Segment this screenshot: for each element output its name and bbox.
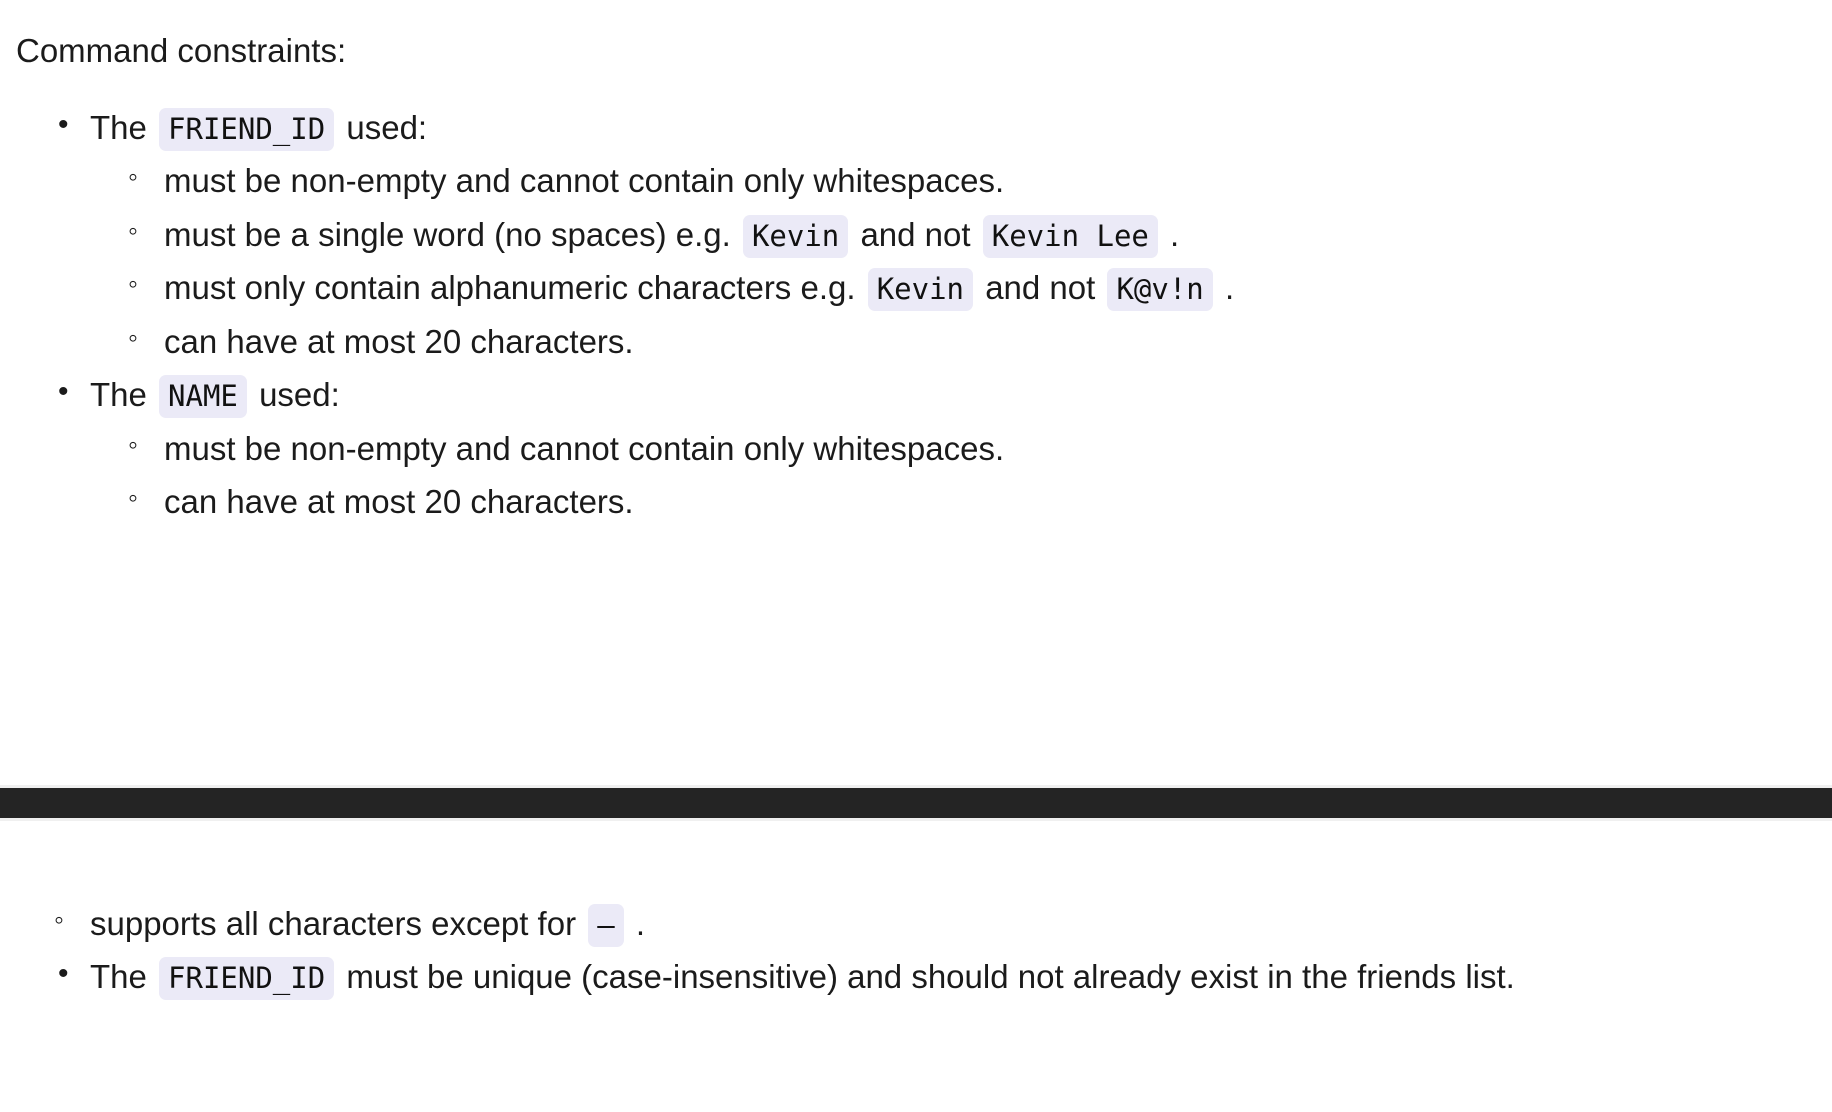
friend-id-sublist: must be non-empty and cannot contain onl… [90,154,1816,368]
friend-id-line: The FRIEND_ID used: [90,101,1816,154]
sub-item-nonempty: must be non-empty and cannot contain onl… [90,154,1816,207]
sub-item-supports-text-b: . [635,905,646,942]
used-label-2: used: [259,376,340,414]
intro-paragraph: Command constraints: [16,32,347,69]
constraints-list: The FRIEND_ID used: must be non-empty an… [16,101,1816,529]
sub-item-alphanumeric-text-c: . [1224,269,1235,307]
bottom-top-spacer [16,821,1816,897]
friend-id-unique-text: must be unique (case-insensitive) and sh… [346,958,1515,996]
sub-item-name-nonempty: must be non-empty and cannot contain onl… [90,422,1816,475]
sub-item-alphanumeric-text-a: must only contain alphanumeric character… [164,269,856,307]
sub-item-supports-all-characters: supports all characters except for – . [16,897,1816,950]
bottom-constraints-list: The FRIEND_ID must be unique (case-insen… [16,950,1816,1003]
sub-item-nonempty-text: must be non-empty and cannot contain onl… [164,162,1005,200]
bottom-sublist: supports all characters except for – . [16,897,1816,950]
code-kavin: K@v!n [1107,268,1213,312]
document-page: Command constraints: The FRIEND_ID used:… [0,0,1832,1112]
list-item-name: The NAME used: must be non-empty and can… [16,368,1816,528]
sub-item-max-20-friend-id: can have at most 20 characters. [90,315,1816,368]
friend-id-unique-line: The FRIEND_ID must be unique (case-insen… [90,950,1816,1003]
sub-item-single-word-text-c: . [1170,215,1180,253]
code-kevin-lee: Kevin Lee [982,214,1158,258]
intro-spacer [16,71,1816,101]
name-sublist: must be non-empty and cannot contain onl… [90,422,1816,529]
sub-item-supports-text-a: supports all characters except for [90,905,577,942]
sub-item-single-word-text-b: and not [860,215,971,253]
the-label-1: The [90,108,147,146]
code-name: NAME [159,375,247,419]
code-kevin-1: Kevin [742,214,849,258]
sub-item-alphanumeric: must only contain alphanumeric character… [90,261,1816,314]
bottom-content-pane: supports all characters except for – . T… [0,821,1832,1112]
code-friend-id-1: FRIEND_ID [159,107,335,151]
list-item-friend-id-unique: The FRIEND_ID must be unique (case-insen… [16,950,1816,1003]
code-friend-id-2: FRIEND_ID [159,957,335,1001]
used-label-1: used: [346,108,428,146]
sub-item-single-word: must be a single word (no spaces) e.g. K… [90,208,1816,261]
the-label-3: The [90,958,147,996]
the-label-2: The [90,376,147,414]
code-kevin-2: Kevin [867,268,974,312]
top-content-pane: Command constraints: The FRIEND_ID used:… [0,0,1832,785]
list-item-friend-id: The FRIEND_ID used: must be non-empty an… [16,101,1816,368]
sub-item-max-20-name-text: can have at most 20 characters. [164,483,634,521]
sub-item-name-nonempty-text: must be non-empty and cannot contain onl… [164,429,1005,467]
sub-item-max-20-friend-id-text: can have at most 20 characters. [164,322,634,360]
sub-item-max-20-name: can have at most 20 characters. [90,475,1816,528]
code-dash: – [588,904,624,947]
sub-item-alphanumeric-text-b: and not [985,269,1096,307]
sub-item-single-word-text-a: must be a single word (no spaces) e.g. [164,215,731,253]
pane-divider-bar [0,785,1832,821]
name-line: The NAME used: [90,368,1816,421]
